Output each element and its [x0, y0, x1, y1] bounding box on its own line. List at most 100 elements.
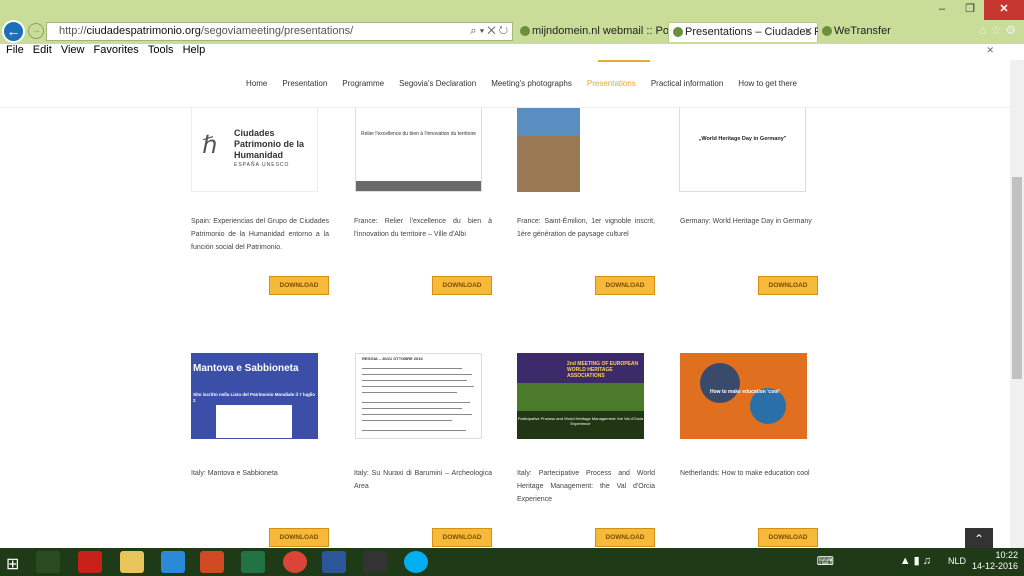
- text-line: [362, 392, 457, 393]
- word-icon[interactable]: [322, 551, 346, 573]
- thumbnail-text: Ciudades Patrimonio de la Humanidad: [234, 128, 305, 160]
- internet-explorer-icon[interactable]: [161, 551, 185, 573]
- presentation-title[interactable]: France: Relier l'excellence du bien à l'…: [354, 215, 492, 241]
- presentation-title[interactable]: Italy: Partecipative Process and World H…: [517, 467, 655, 506]
- download-button[interactable]: DOWNLOAD: [432, 528, 492, 547]
- thumbnail-band: [356, 181, 481, 191]
- tab-close-icon[interactable]: ✕: [804, 23, 813, 42]
- presentation-title[interactable]: Germany: World Heritage Day in Germany: [680, 215, 818, 228]
- back-arrow-icon[interactable]: ←: [2, 20, 25, 43]
- menu-bar: File Edit View Favorites Tools Help ✕: [0, 44, 1024, 60]
- presentation-title[interactable]: Italy: Su Nuraxi di Barumini – Archeolog…: [354, 467, 492, 493]
- adobe-app-icon[interactable]: [78, 551, 102, 573]
- tab-wetransfer[interactable]: WeTransfer: [818, 22, 968, 42]
- chrome-icon[interactable]: [283, 551, 307, 573]
- download-button[interactable]: DOWNLOAD: [595, 276, 655, 295]
- nav-presentation[interactable]: Presentation: [282, 79, 327, 88]
- nav-practical-info[interactable]: Practical information: [651, 79, 723, 88]
- download-button[interactable]: DOWNLOAD: [269, 528, 329, 547]
- nav-presentations[interactable]: Presentations: [587, 79, 636, 88]
- thumbnail-text: Mantova e Sabbioneta: [193, 363, 299, 374]
- minimize-button[interactable]: –: [928, 0, 956, 20]
- menu-edit[interactable]: Edit: [33, 44, 52, 57]
- nav-home[interactable]: Home: [246, 79, 267, 88]
- thumbnail-subtext: Sito iscritto nella Lista del Patrimonio…: [193, 392, 316, 403]
- page-scrollbar[interactable]: [1010, 60, 1024, 548]
- favicon-icon: [673, 27, 683, 37]
- presentation-thumbnail[interactable]: REGGIA – 20/21 OTTOBRE 2016: [355, 353, 482, 439]
- keyboard-icon[interactable]: ⌨: [817, 554, 834, 568]
- menu-help[interactable]: Help: [183, 44, 206, 57]
- presentation-thumbnail[interactable]: ℏ Ciudades Patrimonio de la Humanidad ES…: [191, 108, 318, 192]
- window-controls: – ❐ ✕: [928, 0, 1024, 20]
- address-bar: ← → http://ciudadespatrimonio.org/segovi…: [0, 20, 1024, 44]
- nav-photographs[interactable]: Meeting's photographs: [491, 79, 572, 88]
- presentations-grid: ℏ Ciudades Patrimonio de la Humanidad ES…: [0, 108, 1010, 548]
- presentation-title[interactable]: Spain: Experiencias del Grupo de Ciudade…: [191, 215, 329, 254]
- presentation-thumbnail[interactable]: Relier l'excellence du bien à l'innovati…: [355, 108, 482, 192]
- nav-programme[interactable]: Programme: [342, 79, 384, 88]
- menu-favorites[interactable]: Favorites: [94, 44, 139, 57]
- tab-label: mijndomein.nl webmail :: Post...: [532, 25, 687, 37]
- text-line: [362, 380, 467, 381]
- windows-start-icon[interactable]: ⊞: [6, 554, 19, 574]
- clock-date: 14-12-2016: [971, 561, 1018, 571]
- camera-app-icon[interactable]: [363, 551, 387, 573]
- close-window-button[interactable]: ✕: [984, 0, 1024, 20]
- presentation-thumbnail[interactable]: How to make education 'cool': [680, 353, 807, 439]
- system-tray-icons[interactable]: ▲▮♫: [900, 554, 934, 567]
- language-indicator[interactable]: NLD: [948, 556, 966, 566]
- download-button[interactable]: DOWNLOAD: [758, 528, 818, 547]
- thumbnail-text: REGGIA – 20/21 OTTOBRE 2016: [362, 356, 423, 361]
- presentation-thumbnail[interactable]: „World Heritage Day in Germany": [679, 108, 806, 192]
- presentation-thumbnail[interactable]: [517, 108, 644, 192]
- menu-tools[interactable]: Tools: [148, 44, 174, 57]
- forward-arrow-icon[interactable]: →: [28, 23, 44, 39]
- scroll-to-top-button[interactable]: ⌃: [965, 528, 993, 550]
- url-input[interactable]: http://ciudadespatrimonio.org/segoviamee…: [46, 22, 513, 41]
- nav-how-to-get-there[interactable]: How to get there: [738, 79, 797, 88]
- skype-icon[interactable]: [404, 551, 428, 573]
- maximize-button[interactable]: ❐: [956, 0, 984, 20]
- download-button[interactable]: DOWNLOAD: [758, 276, 818, 295]
- file-explorer-icon[interactable]: [120, 551, 144, 573]
- ciudades-logo-icon: ℏ: [202, 132, 218, 159]
- menu-view[interactable]: View: [61, 44, 85, 57]
- thumbnail-text: 2nd MEETING OF EUROPEAN WORLD HERITAGE A…: [567, 361, 639, 379]
- active-nav-indicator: [598, 60, 650, 62]
- thumbnail-header: 2nd MEETING OF EUROPEAN WORLD HERITAGE A…: [517, 353, 644, 383]
- presentation-title[interactable]: Italy: Mantova e Sabbioneta: [191, 467, 329, 480]
- thumbnail-text: „World Heritage Day in Germany": [698, 136, 787, 142]
- thumbnail-text: Relier l'excellence du bien à l'innovati…: [360, 131, 477, 137]
- tab-webmail[interactable]: mijndomein.nl webmail :: Post...: [516, 22, 687, 42]
- headphones-app-icon[interactable]: [36, 551, 60, 573]
- thumbnail-subtext: Participative Process and World Heritage…: [517, 416, 644, 426]
- thumbnail-sky: [517, 108, 580, 136]
- nav-declaration[interactable]: Segovia's Declaration: [399, 79, 476, 88]
- unesco-logo-icon: [216, 405, 292, 438]
- download-button[interactable]: DOWNLOAD: [269, 276, 329, 295]
- favicon-icon: [520, 26, 530, 36]
- tab-presentations[interactable]: Presentations – Ciudades P... ✕: [668, 22, 829, 42]
- download-button[interactable]: DOWNLOAD: [595, 528, 655, 547]
- presentation-title[interactable]: France: Saint-Émilion, 1er vignoble insc…: [517, 215, 655, 241]
- scrollbar-thumb[interactable]: [1012, 177, 1022, 379]
- powerpoint-icon[interactable]: [200, 551, 224, 573]
- windows-taskbar: ⊞ ⌨ ▲▮♫ NLD 10:22 14-12-2016: [0, 548, 1024, 576]
- excel-icon[interactable]: [241, 551, 265, 573]
- presentation-title[interactable]: Netherlands: How to make education cool: [680, 467, 818, 480]
- browser-toolbar-icons[interactable]: ⌂☆⚙: [979, 23, 1020, 37]
- menu-file[interactable]: File: [6, 44, 24, 57]
- thumbnail-text: How to make education 'cool': [710, 389, 780, 395]
- download-button[interactable]: DOWNLOAD: [432, 276, 492, 295]
- text-line: [362, 368, 462, 369]
- site-header: Home Presentation Programme Segovia's De…: [0, 60, 1024, 108]
- text-line: [362, 374, 472, 375]
- thumbnail-caption: Participative Process and World Heritage…: [517, 411, 644, 439]
- url-actions-icons[interactable]: ⌕ ▾ ✕ ↻: [470, 25, 508, 38]
- thumbnail-subtext: ESPAÑA UNESCO: [234, 162, 290, 168]
- clock[interactable]: 10:22 14-12-2016: [972, 550, 1018, 572]
- presentation-thumbnail[interactable]: Mantova e Sabbioneta Sito iscritto nella…: [191, 353, 318, 439]
- close-menubar-icon[interactable]: ✕: [986, 44, 994, 57]
- presentation-thumbnail[interactable]: 2nd MEETING OF EUROPEAN WORLD HERITAGE A…: [517, 353, 644, 439]
